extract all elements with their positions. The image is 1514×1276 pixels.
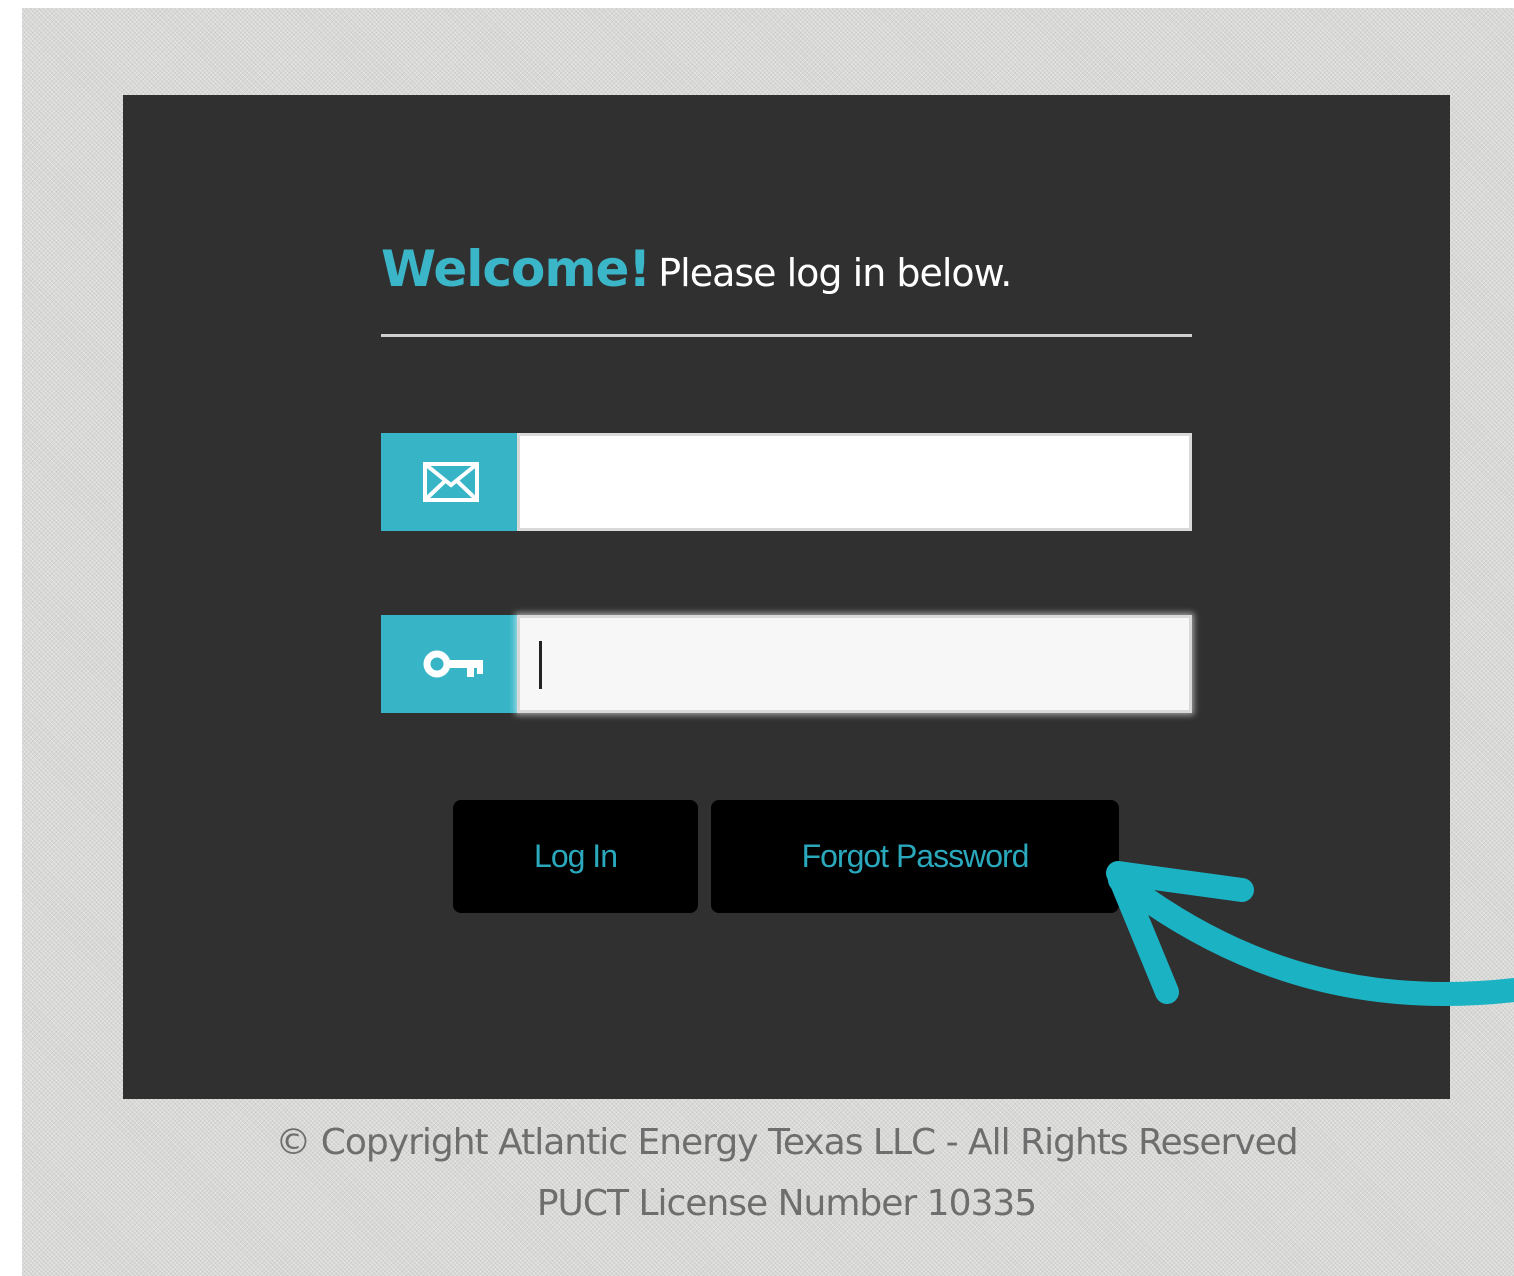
password-icon-box bbox=[381, 615, 517, 713]
envelope-icon bbox=[423, 462, 479, 502]
email-input[interactable] bbox=[517, 433, 1192, 531]
email-icon-box bbox=[381, 433, 517, 531]
welcome-accent-text: Welcome! bbox=[381, 240, 651, 298]
welcome-subtext: Please log in below. bbox=[658, 251, 1012, 295]
license-text: PUCT License Number 10335 bbox=[536, 1183, 1037, 1224]
text-cursor bbox=[539, 641, 542, 689]
copyright-text: © Copyright Atlantic Energy Texas LLC - … bbox=[275, 1122, 1298, 1163]
heading-divider bbox=[381, 334, 1192, 337]
password-field bbox=[381, 615, 1192, 713]
log-in-button[interactable]: Log In bbox=[453, 800, 698, 913]
forgot-password-button[interactable]: Forgot Password bbox=[711, 800, 1119, 913]
welcome-heading: Welcome! Please log in below. bbox=[381, 240, 1192, 310]
password-input[interactable] bbox=[517, 615, 1192, 713]
email-field bbox=[381, 433, 1192, 531]
key-icon bbox=[423, 650, 483, 678]
